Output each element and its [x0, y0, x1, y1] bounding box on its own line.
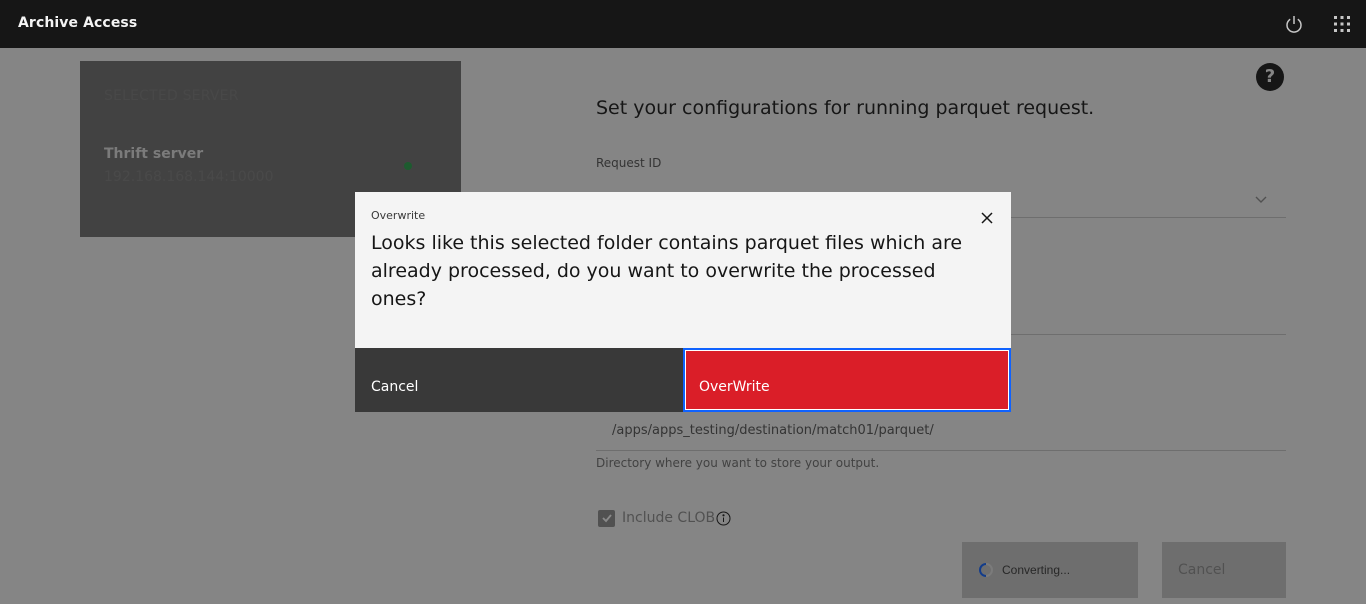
app-switcher-icon[interactable] — [1330, 12, 1354, 36]
power-icon[interactable] — [1282, 12, 1306, 36]
modal-label: Overwrite — [371, 209, 426, 222]
close-icon[interactable] — [975, 206, 999, 230]
modal-body-text: Looks like this selected folder contains… — [371, 232, 963, 310]
overwrite-label: OverWrite — [699, 379, 770, 395]
app-title[interactable]: Archive Access — [18, 15, 137, 31]
overwrite-button[interactable]: OverWrite — [683, 348, 1011, 412]
overwrite-modal: Overwrite Looks like this selected folde… — [355, 192, 1011, 412]
modal-cancel-button[interactable]: Cancel — [355, 348, 683, 412]
top-header: Archive Access — [0, 0, 1366, 48]
modal-cancel-label: Cancel — [371, 379, 419, 395]
